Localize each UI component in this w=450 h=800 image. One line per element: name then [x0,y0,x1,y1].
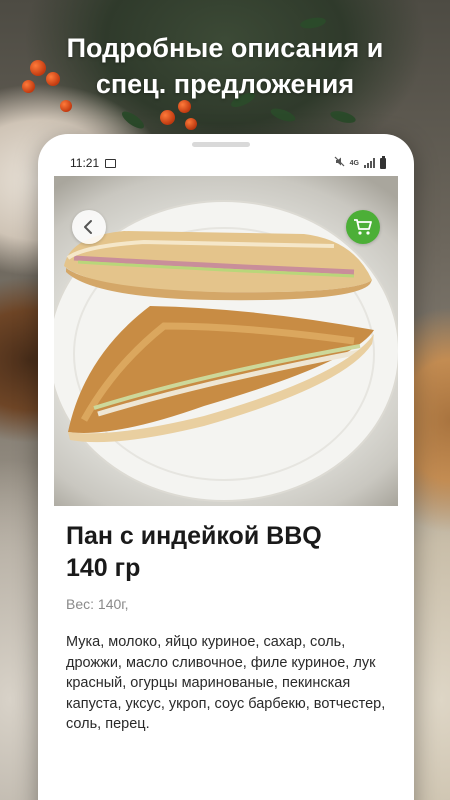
chevron-left-icon [84,220,92,234]
app-screen: 11:21 4G Пан с индейкой BBQ 140 гр Вес: … [54,150,398,800]
image-icon [105,158,117,168]
status-time: 11:21 [70,156,100,170]
product-details: Пан с индейкой BBQ 140 гр Вес: 140г, Мук… [54,506,398,735]
battery-icon [380,155,386,169]
mute-icon [334,156,345,170]
promo-headline: Подробные описания и спец. предложения [0,30,450,102]
back-button[interactable] [72,210,106,244]
product-size: 140 гр [66,554,141,582]
product-name: Пан с индейкой BBQ [66,522,322,550]
product-ingredients: Мука, молоко, яйцо куриное, сахар, соль,… [66,634,386,732]
phone-mockup: 11:21 4G Пан с индейкой BBQ 140 гр Вес: … [38,134,414,800]
network-label: 4G [349,159,359,167]
phone-speaker [192,142,250,147]
product-weight: Вес: 140г, [66,596,129,612]
product-photo [54,176,398,506]
signal-icon [364,158,375,168]
status-bar: 11:21 4G [54,150,398,176]
cart-button[interactable] [346,210,380,244]
cart-icon [354,219,372,235]
product-title: Пан с индейкой BBQ 140 гр [66,520,386,584]
promo-headline-line1: Подробные описания и [66,33,384,63]
promo-headline-line2: спец. предложения [95,69,355,99]
